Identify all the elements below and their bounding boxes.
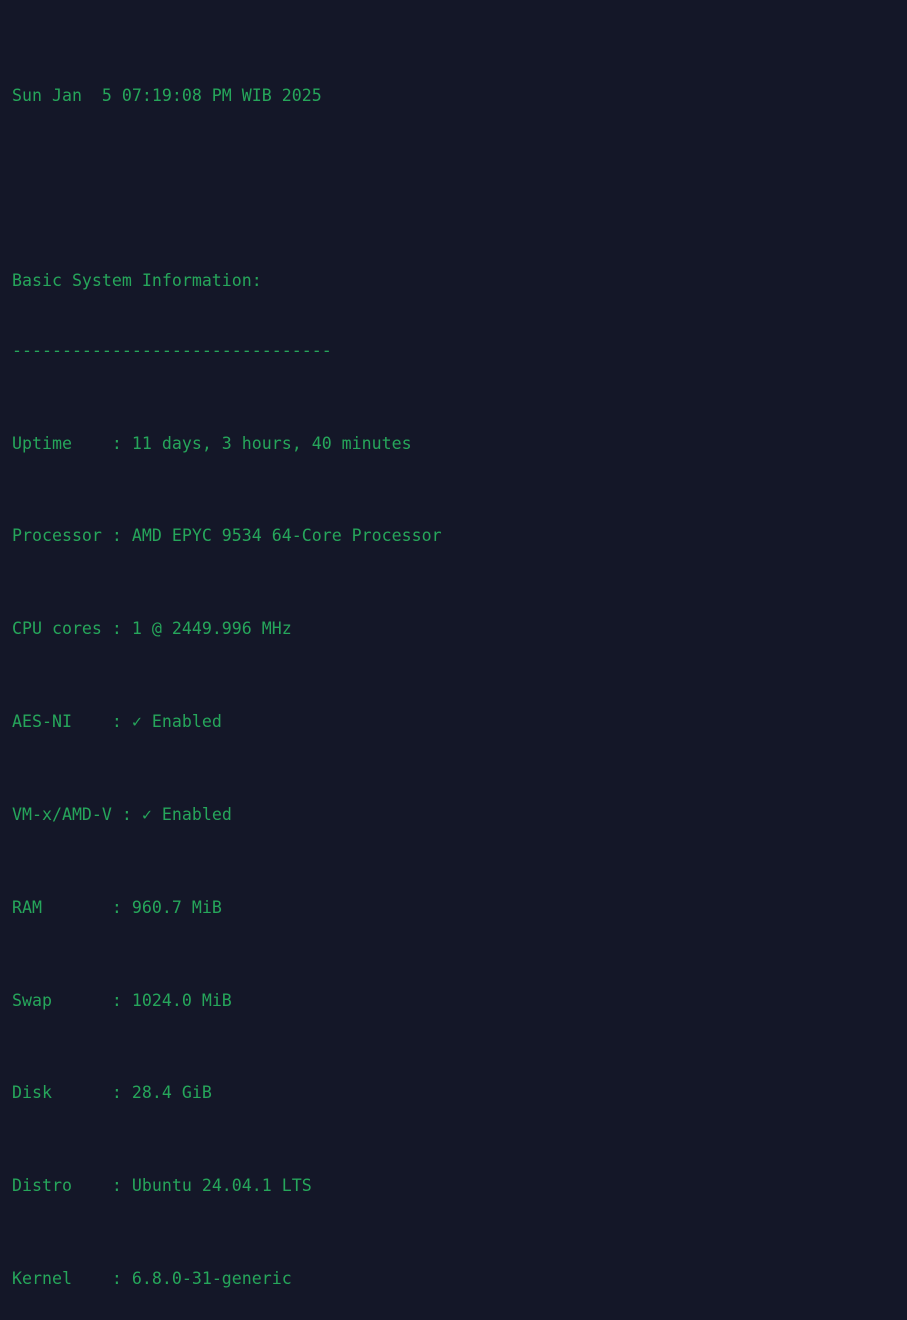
datestamp-line: Sun Jan 5 07:19:08 PM WIB 2025	[12, 85, 322, 105]
info-value: 1024.0 MiB	[131, 990, 232, 1010]
info-value: Enabled	[151, 804, 232, 824]
info-value: 960.7 MiB	[131, 897, 222, 917]
info-label: CPU cores	[12, 619, 112, 639]
info-value: AMD EPYC 9534 64-Core Processor	[131, 526, 442, 546]
info-row-aes-ni: AES-NI : ✓ Enabled	[12, 710, 907, 733]
info-row-kernel: Kernel : 6.8.0-31-generic	[12, 1267, 907, 1290]
info-separator: :	[111, 897, 132, 917]
info-row-vmx-amdv: VM-x/AMD-V : ✓ Enabled	[12, 803, 907, 826]
info-row-cpu-cores: CPU cores : 1 @ 2449.996 MHz	[12, 617, 907, 640]
info-row-swap: Swap : 1024.0 MiB	[12, 989, 907, 1012]
info-value: 11 days, 3 hours, 40 minutes	[131, 433, 412, 453]
terminal-window[interactable]: Sun Jan 5 07:19:08 PM WIB 2025 Basic Sys…	[0, 0, 907, 1288]
info-row-processor: Processor : AMD EPYC 9534 64-Core Proces…	[12, 524, 907, 547]
info-label: AES-NI	[12, 712, 112, 732]
info-separator: :	[111, 804, 142, 824]
info-label: RAM	[12, 897, 112, 917]
info-label: Processor	[12, 526, 112, 546]
check-icon: ✓	[141, 804, 152, 824]
info-separator: :	[111, 619, 132, 639]
info-label: Swap	[12, 990, 112, 1010]
info-row-ram: RAM : 960.7 MiB	[12, 896, 907, 919]
info-value: 6.8.0-31-generic	[131, 1268, 292, 1288]
basic-info-rule: --------------------------------	[12, 340, 332, 360]
info-row-uptime: Uptime : 11 days, 3 hours, 40 minutes	[12, 432, 907, 455]
info-separator: :	[111, 526, 132, 546]
info-label: Distro	[12, 1176, 112, 1196]
info-separator: :	[111, 1083, 132, 1103]
info-value: 1 @ 2449.996 MHz	[131, 619, 292, 639]
info-label: Kernel	[12, 1268, 112, 1288]
info-value: Ubuntu 24.04.1 LTS	[131, 1176, 312, 1196]
info-separator: :	[111, 990, 132, 1010]
info-label: Disk	[12, 1083, 112, 1103]
info-value: 28.4 GiB	[131, 1083, 212, 1103]
info-row-disk: Disk : 28.4 GiB	[12, 1081, 907, 1104]
info-value: Enabled	[141, 712, 222, 732]
basic-info-heading: Basic System Information:	[12, 271, 262, 291]
info-separator: :	[111, 1268, 132, 1288]
info-separator: :	[111, 712, 132, 732]
info-separator: :	[111, 433, 132, 453]
check-icon: ✓	[131, 712, 142, 732]
info-label: Uptime	[12, 433, 112, 453]
info-separator: :	[111, 1176, 132, 1196]
info-label: VM-x/AMD-V	[12, 804, 112, 824]
info-row-distro: Distro : Ubuntu 24.04.1 LTS	[12, 1174, 907, 1197]
